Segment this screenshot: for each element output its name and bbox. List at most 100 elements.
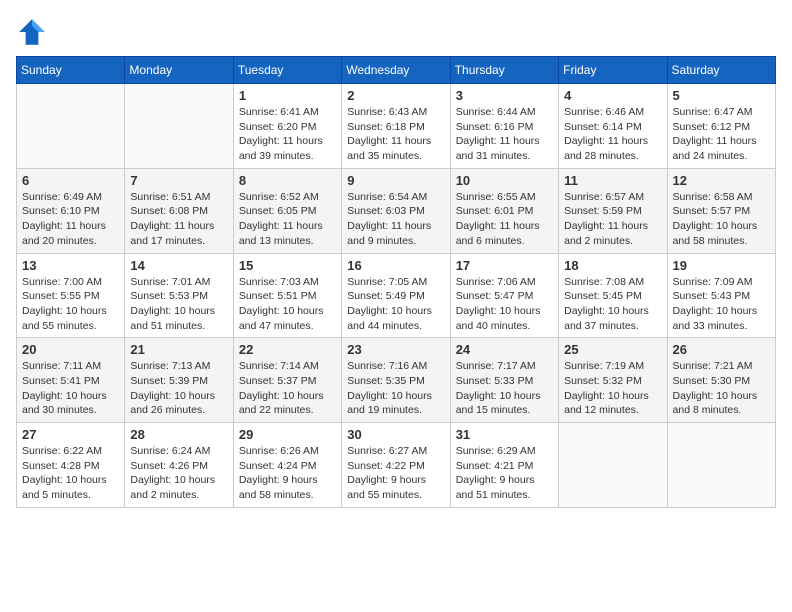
calendar-day-cell: 15Sunrise: 7:03 AMSunset: 5:51 PMDayligh… [233, 253, 341, 338]
cell-dayinfo: Sunrise: 6:44 AMSunset: 6:16 PMDaylight:… [456, 105, 553, 164]
calendar-day-cell: 19 Sunrise: 7:09 AMSunset: 5:43 PMDayligh… [667, 253, 775, 338]
page-header [16, 16, 776, 48]
cell-dayinfo: Sunrise: 6:27 AMSunset: 4:22 PMDaylight:… [347, 444, 444, 503]
cell-dayinfo: Sunrise: 6:24 AMSunset: 4:26 PMDaylight:… [130, 444, 227, 503]
calendar-day-cell: 5 Sunrise: 6:47 AMSunset: 6:12 PMDaylight… [667, 84, 775, 169]
logo-icon [16, 16, 48, 48]
day-of-week-header: Friday [559, 57, 667, 84]
day-number: 24 [456, 342, 553, 357]
cell-dayinfo: Sunrise: 7:06 AMSunset: 5:47 PMDaylight:… [456, 275, 553, 334]
calendar-day-cell: 7 Sunrise: 6:51 AMSunset: 6:08 PMDaylight… [125, 168, 233, 253]
day-number: 15 [239, 258, 336, 273]
calendar-day-cell: 26Sunrise: 7:21 AMSunset: 5:30 PMDayligh… [667, 338, 775, 423]
day-number: 13 [22, 258, 119, 273]
cell-dayinfo: Sunrise: 7:16 AMSunset: 5:35 PMDaylight:… [347, 359, 444, 418]
calendar-day-cell: 29 Sunrise: 6:26 AMSunset: 4:24 PMDayligh… [233, 423, 341, 508]
day-number: 16 [347, 258, 444, 273]
day-number: 12 [673, 173, 770, 188]
cell-dayinfo: Sunrise: 6:22 AMSunset: 4:28 PMDaylight:… [22, 444, 119, 503]
cell-dayinfo: Sunrise: 7:01 AMSunset: 5:53 PMDaylight:… [130, 275, 227, 334]
calendar-day-cell: 17 Sunrise: 7:06 AMSunset: 5:47 PMDayligh… [450, 253, 558, 338]
calendar-day-cell: 10Sunrise: 6:55 AMSunset: 6:01 PMDayligh… [450, 168, 558, 253]
day-number: 9 [347, 173, 444, 188]
calendar-day-cell [17, 84, 125, 169]
calendar-day-cell: 30 Sunrise: 6:27 AMSunset: 4:22 PMDayligh… [342, 423, 450, 508]
day-of-week-header: Saturday [667, 57, 775, 84]
day-number: 20 [22, 342, 119, 357]
calendar-day-cell: 8Sunrise: 6:52 AMSunset: 6:05 PMDaylight… [233, 168, 341, 253]
calendar-day-cell: 25 Sunrise: 7:19 AMSunset: 5:32 PMDayligh… [559, 338, 667, 423]
day-number: 21 [130, 342, 227, 357]
cell-dayinfo: Sunrise: 6:55 AMSunset: 6:01 PMDaylight:… [456, 190, 553, 249]
calendar-day-cell: 16 Sunrise: 7:05 AMSunset: 5:49 PMDayligh… [342, 253, 450, 338]
cell-dayinfo: Sunrise: 6:41 AMSunset: 6:20 PMDaylight:… [239, 105, 336, 164]
cell-dayinfo: Sunrise: 7:14 AMSunset: 5:37 PMDaylight:… [239, 359, 336, 418]
day-number: 29 [239, 427, 336, 442]
calendar-day-cell: 11 Sunrise: 6:57 AMSunset: 5:59 PMDayligh… [559, 168, 667, 253]
day-number: 11 [564, 173, 661, 188]
calendar-week-row: 6 Sunrise: 6:49 AMSunset: 6:10 PMDaylight… [17, 168, 776, 253]
calendar-day-cell: 3 Sunrise: 6:44 AMSunset: 6:16 PMDaylight… [450, 84, 558, 169]
calendar-day-cell [125, 84, 233, 169]
calendar-day-cell: 22 Sunrise: 7:14 AMSunset: 5:37 PMDayligh… [233, 338, 341, 423]
calendar-header-row: SundayMondayTuesdayWednesdayThursdayFrid… [17, 57, 776, 84]
cell-dayinfo: Sunrise: 6:49 AMSunset: 6:10 PMDaylight:… [22, 190, 119, 249]
calendar-day-cell: 18 Sunrise: 7:08 AMSunset: 5:45 PMDayligh… [559, 253, 667, 338]
calendar-day-cell: 9 Sunrise: 6:54 AMSunset: 6:03 PMDaylight… [342, 168, 450, 253]
cell-dayinfo: Sunrise: 6:47 AMSunset: 6:12 PMDaylight:… [673, 105, 770, 164]
calendar-day-cell: 27Sunrise: 6:22 AMSunset: 4:28 PMDayligh… [17, 423, 125, 508]
calendar-day-cell: 1Sunrise: 6:41 AMSunset: 6:20 PMDaylight… [233, 84, 341, 169]
cell-dayinfo: Sunrise: 6:54 AMSunset: 6:03 PMDaylight:… [347, 190, 444, 249]
cell-dayinfo: Sunrise: 6:46 AMSunset: 6:14 PMDaylight:… [564, 105, 661, 164]
calendar-day-cell: 13Sunrise: 7:00 AMSunset: 5:55 PMDayligh… [17, 253, 125, 338]
cell-dayinfo: Sunrise: 7:11 AMSunset: 5:41 PMDaylight:… [22, 359, 119, 418]
calendar-day-cell: 12 Sunrise: 6:58 AMSunset: 5:57 PMDayligh… [667, 168, 775, 253]
day-of-week-header: Monday [125, 57, 233, 84]
calendar-week-row: 27Sunrise: 6:22 AMSunset: 4:28 PMDayligh… [17, 423, 776, 508]
cell-dayinfo: Sunrise: 7:05 AMSunset: 5:49 PMDaylight:… [347, 275, 444, 334]
calendar-day-cell: 2 Sunrise: 6:43 AMSunset: 6:18 PMDaylight… [342, 84, 450, 169]
day-number: 26 [673, 342, 770, 357]
calendar-day-cell: 21 Sunrise: 7:13 AMSunset: 5:39 PMDayligh… [125, 338, 233, 423]
day-number: 3 [456, 88, 553, 103]
cell-dayinfo: Sunrise: 6:26 AMSunset: 4:24 PMDaylight:… [239, 444, 336, 503]
calendar-day-cell [667, 423, 775, 508]
day-number: 31 [456, 427, 553, 442]
calendar-day-cell: 23 Sunrise: 7:16 AMSunset: 5:35 PMDayligh… [342, 338, 450, 423]
calendar-day-cell: 14Sunrise: 7:01 AMSunset: 5:53 PMDayligh… [125, 253, 233, 338]
day-number: 6 [22, 173, 119, 188]
day-number: 22 [239, 342, 336, 357]
cell-dayinfo: Sunrise: 7:19 AMSunset: 5:32 PMDaylight:… [564, 359, 661, 418]
day-of-week-header: Wednesday [342, 57, 450, 84]
calendar-day-cell: 24 Sunrise: 7:17 AMSunset: 5:33 PMDayligh… [450, 338, 558, 423]
day-number: 23 [347, 342, 444, 357]
day-of-week-header: Tuesday [233, 57, 341, 84]
cell-dayinfo: Sunrise: 6:57 AMSunset: 5:59 PMDaylight:… [564, 190, 661, 249]
calendar-day-cell: 4Sunrise: 6:46 AMSunset: 6:14 PMDaylight… [559, 84, 667, 169]
cell-dayinfo: Sunrise: 7:09 AMSunset: 5:43 PMDaylight:… [673, 275, 770, 334]
day-number: 8 [239, 173, 336, 188]
cell-dayinfo: Sunrise: 6:58 AMSunset: 5:57 PMDaylight:… [673, 190, 770, 249]
day-number: 2 [347, 88, 444, 103]
day-of-week-header: Thursday [450, 57, 558, 84]
day-number: 7 [130, 173, 227, 188]
cell-dayinfo: Sunrise: 7:08 AMSunset: 5:45 PMDaylight:… [564, 275, 661, 334]
day-number: 30 [347, 427, 444, 442]
calendar-day-cell: 6 Sunrise: 6:49 AMSunset: 6:10 PMDaylight… [17, 168, 125, 253]
day-number: 5 [673, 88, 770, 103]
calendar-day-cell: 31 Sunrise: 6:29 AMSunset: 4:21 PMDayligh… [450, 423, 558, 508]
day-number: 19 [673, 258, 770, 273]
calendar-week-row: 20 Sunrise: 7:11 AMSunset: 5:41 PMDayligh… [17, 338, 776, 423]
cell-dayinfo: Sunrise: 6:43 AMSunset: 6:18 PMDaylight:… [347, 105, 444, 164]
calendar-day-cell: 28Sunrise: 6:24 AMSunset: 4:26 PMDayligh… [125, 423, 233, 508]
cell-dayinfo: Sunrise: 7:13 AMSunset: 5:39 PMDaylight:… [130, 359, 227, 418]
calendar-week-row: 13Sunrise: 7:00 AMSunset: 5:55 PMDayligh… [17, 253, 776, 338]
cell-dayinfo: Sunrise: 7:17 AMSunset: 5:33 PMDaylight:… [456, 359, 553, 418]
calendar-table: SundayMondayTuesdayWednesdayThursdayFrid… [16, 56, 776, 508]
cell-dayinfo: Sunrise: 6:29 AMSunset: 4:21 PMDaylight:… [456, 444, 553, 503]
day-number: 17 [456, 258, 553, 273]
cell-dayinfo: Sunrise: 6:51 AMSunset: 6:08 PMDaylight:… [130, 190, 227, 249]
day-number: 18 [564, 258, 661, 273]
day-of-week-header: Sunday [17, 57, 125, 84]
day-number: 25 [564, 342, 661, 357]
